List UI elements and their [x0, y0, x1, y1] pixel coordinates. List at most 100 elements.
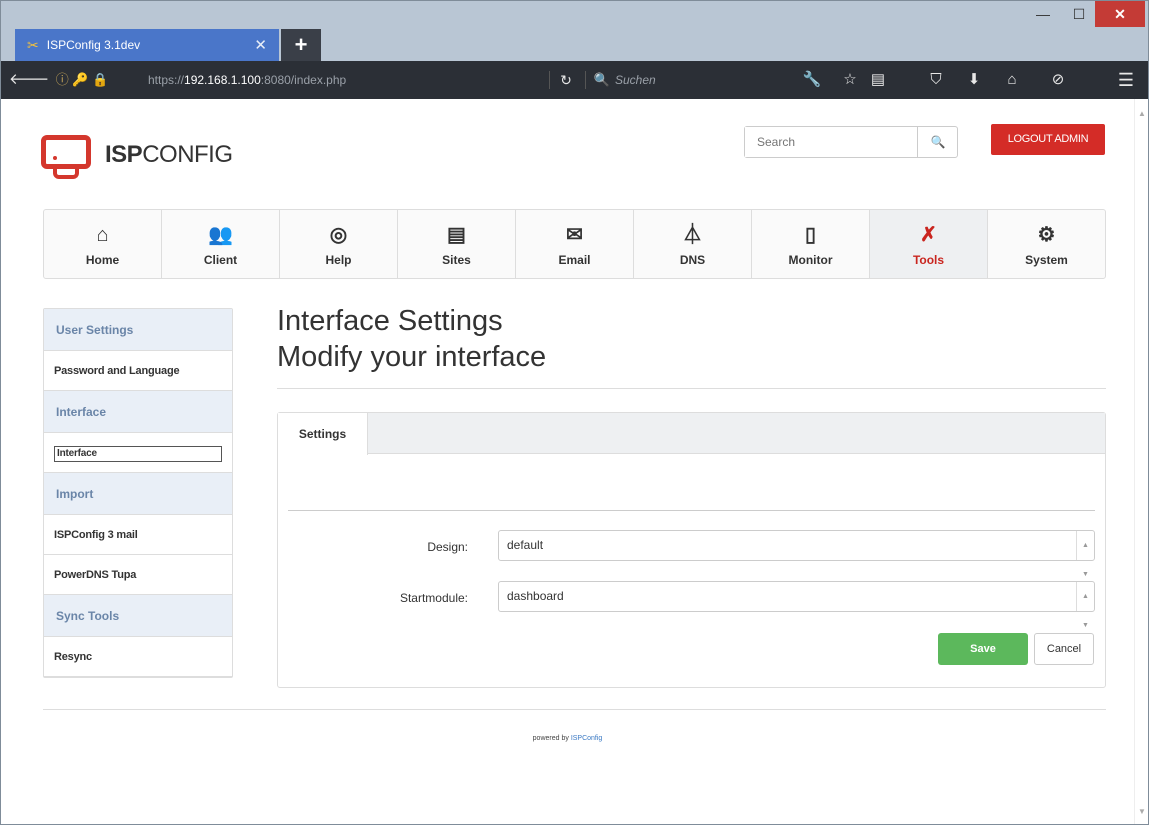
page-title: Interface Settings Modify your interface: [277, 303, 546, 375]
reload-icon[interactable]: ↻: [555, 61, 577, 99]
nav-item-client[interactable]: 👥 Client: [162, 210, 280, 278]
gear-icon: ⚙: [1037, 224, 1056, 246]
sidebar-item-resync[interactable]: Resync: [44, 637, 232, 677]
tab-settings[interactable]: Settings: [278, 413, 368, 455]
extension-icon[interactable]: ⊘: [1047, 61, 1069, 99]
monitor-stand: [53, 169, 79, 179]
footer-link[interactable]: ISPConfig: [571, 735, 603, 742]
search-input[interactable]: [745, 127, 918, 157]
scroll-down-icon[interactable]: ▼: [1138, 807, 1146, 816]
sidebar-item-label: PowerDNS Tupa: [54, 569, 137, 581]
sidebar: User Settings Password and Language Interf…: [43, 308, 233, 678]
title-bar: ✂ ISPConfig 3.1dev ✕ + — ☐ ✕: [1, 1, 1148, 61]
search-engine-icon: 🔍: [593, 72, 611, 87]
divider: [277, 388, 1106, 389]
tab-close-icon[interactable]: ✕: [254, 36, 267, 54]
separator: [549, 71, 550, 89]
startmodule-select[interactable]: dashboard ▲ ▼: [498, 581, 1095, 629]
nav-item-email[interactable]: ✉ Email: [516, 210, 634, 278]
sidebar-item-ispconfig-3-mail[interactable]: ISPConfig 3 mail: [44, 515, 232, 555]
page-title-line1: Interface Settings: [277, 305, 503, 337]
page-subtitle: Modify your interface: [277, 341, 547, 373]
pocket-icon[interactable]: ⛉: [925, 61, 947, 99]
settings-panel: Settings Design: default ▲ ▼ Startmodule:…: [277, 412, 1106, 688]
minimize-icon[interactable]: —: [1025, 1, 1061, 27]
sidebar-item-powerdns-tupa[interactable]: PowerDNS Tupa: [44, 555, 232, 595]
window-close-icon[interactable]: ✕: [1095, 1, 1145, 27]
startmodule-value: dashboard: [507, 589, 564, 603]
home-icon: ⌂: [96, 224, 109, 246]
nav-item-monitor[interactable]: ▯ Monitor: [752, 210, 870, 278]
nav-item-home[interactable]: ⌂ Home: [44, 210, 162, 278]
nav-item-help[interactable]: ◎ Help: [280, 210, 398, 278]
browser-icon: ▤: [447, 224, 466, 246]
browser-toolbar: 🡐 ⓘ 🔑 🔒 https://192.168.1.100:8080/index…: [1, 61, 1148, 99]
browser-window: ✂ ISPConfig 3.1dev ✕ + — ☐ ✕ 🡐 ⓘ 🔑 🔒 htt…: [0, 0, 1149, 825]
design-value: default: [507, 538, 544, 552]
logout-button[interactable]: LOGOUT ADMIN: [991, 124, 1105, 155]
nav-item-label: System: [1025, 253, 1068, 267]
nav-item-label: Client: [203, 253, 238, 267]
footer-prefix: powered by: [532, 735, 569, 742]
nav-item-label: Monitor: [788, 253, 833, 267]
web-page: ISPCONFIG 🔍 LOGOUT ADMIN ⌂ Home 👥 Client ◎ He…: [1, 99, 1134, 824]
logo-text-rest: CONFIG: [142, 141, 233, 168]
bookmark-star-icon[interactable]: ☆: [839, 61, 861, 99]
ispconfig-logo[interactable]: ISPCONFIG: [41, 131, 261, 181]
sidebar-section-header: User Settings: [44, 309, 232, 351]
main-navigation: ⌂ Home 👥 Client ◎ Help ▤ Sites ✉ Email ⏃ DNS ▯ Monito…: [43, 209, 1106, 279]
sidebar-item-label: Resync: [54, 651, 92, 663]
nav-item-system[interactable]: ⚙ System: [988, 210, 1105, 278]
nav-item-sites[interactable]: ▤ Sites: [398, 210, 516, 278]
monitor-logo-icon: [41, 135, 91, 169]
scroll-up-icon[interactable]: ▲: [1138, 109, 1146, 118]
footer: powered by ISPConfig: [1, 735, 1134, 742]
cancel-button[interactable]: Cancel: [1034, 633, 1094, 665]
nav-item-label: Sites: [442, 253, 471, 267]
url-host: 192.168.1.100: [184, 73, 261, 87]
tab-title: ISPConfig 3.1dev: [46, 38, 141, 52]
scrollbar[interactable]: ▲ ▼: [1134, 99, 1148, 824]
search-icon[interactable]: 🔍: [918, 127, 958, 157]
url-prefix: https://: [148, 73, 185, 87]
maximize-icon[interactable]: ☐: [1061, 1, 1097, 27]
startmodule-label: Startmodule:: [399, 591, 468, 605]
separator: [585, 71, 586, 89]
ispconfig-favicon-icon: ✂: [27, 36, 39, 53]
browser-search-input[interactable]: Suchen: [615, 61, 656, 99]
chevron-down-icon: ▲ ▼: [1076, 582, 1094, 629]
envelope-icon: ✉: [566, 224, 583, 246]
network-icon: ⏃: [682, 224, 703, 246]
nav-item-label: Home: [85, 253, 120, 267]
wrench-icon[interactable]: 🔧: [801, 61, 823, 99]
nav-item-tools[interactable]: ✗ Tools: [870, 210, 988, 278]
download-icon[interactable]: ⬇: [963, 61, 985, 99]
nav-item-label: DNS: [679, 253, 706, 267]
browser-tab[interactable]: ✂ ISPConfig 3.1dev ✕: [15, 29, 279, 61]
sidebar-section-header: Import: [44, 473, 232, 515]
home-browser-icon[interactable]: ⌂: [1001, 61, 1023, 99]
sidebar-item-interface[interactable]: Interface: [44, 433, 232, 473]
lifebuoy-icon: ◎: [329, 224, 348, 246]
traffic-light-icon: ▯: [804, 224, 816, 246]
chevron-down-icon: ▲ ▼: [1076, 531, 1094, 578]
save-button[interactable]: Save: [938, 633, 1028, 665]
nav-item-dns[interactable]: ⏃ DNS: [634, 210, 752, 278]
logo-text-bold: ISP: [105, 141, 143, 168]
new-tab-button[interactable]: +: [281, 29, 321, 61]
nav-item-label: Tools: [912, 253, 945, 267]
sidebar-item-label: Password and Language: [54, 365, 180, 377]
reader-view-icon[interactable]: ▤: [867, 61, 889, 99]
logo-text: ISPCONFIG: [105, 141, 233, 169]
site-info-icon[interactable]: ⓘ 🔑 🔒: [37, 61, 127, 99]
users-icon: 👥: [208, 224, 233, 246]
sidebar-item-label: ISPConfig 3 mail: [54, 529, 138, 541]
search-box: 🔍: [744, 126, 958, 158]
sidebar-item-password-and-language[interactable]: Password and Language: [44, 351, 232, 391]
design-select[interactable]: default ▲ ▼: [498, 530, 1095, 578]
menu-icon[interactable]: ☰: [1113, 61, 1139, 99]
back-icon[interactable]: 🡐: [9, 61, 49, 99]
sidebar-section-header: Sync Tools: [44, 595, 232, 637]
url-bar[interactable]: https://192.168.1.100:8080/index.php: [148, 61, 346, 99]
nav-item-label: Help: [325, 253, 352, 267]
